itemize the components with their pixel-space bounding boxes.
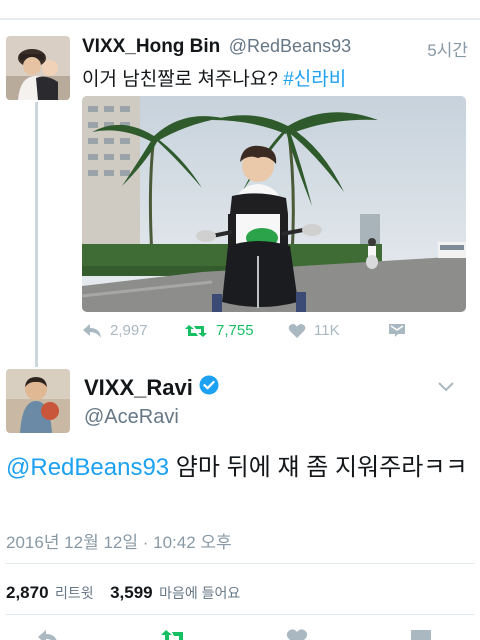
tweet2-body: 얌마 뒤에 쟤 좀 지워주라ㅋㅋ	[169, 454, 468, 481]
likes-label[interactable]: 마음에 들어요	[159, 585, 240, 601]
direct-message-action[interactable]	[388, 322, 406, 338]
retweets-count[interactable]: 2,870	[6, 583, 49, 602]
retweet-icon	[184, 323, 208, 339]
avatar-hongbin[interactable]	[6, 36, 70, 100]
reply-action[interactable]: 2,997	[82, 322, 148, 339]
stats-top-divider	[6, 563, 474, 564]
retweet-icon[interactable]	[160, 628, 188, 640]
tweet2-author-handle[interactable]: @AceRavi	[84, 406, 179, 429]
reply-icon[interactable]	[36, 628, 60, 640]
like-action[interactable]: 11K	[288, 322, 340, 339]
tweet1-timestamp[interactable]: 5시간	[427, 36, 468, 61]
tweet1-body: 이거 남친짤로 쳐주나요?	[82, 69, 278, 90]
tweet2-mention[interactable]: @RedBeans93	[6, 454, 169, 481]
tweet2-timestamp: 2016년 12월 12일 · 10:42 오후	[6, 533, 232, 552]
verified-badge-icon	[199, 375, 219, 401]
thread-connector	[35, 102, 38, 367]
tweet2-text: @RedBeans93 얌마 뒤에 쟤 좀 지워주라ㅋㅋ	[6, 452, 474, 483]
tweet1-actions: 2,997 7,755 11K	[82, 322, 412, 346]
tweet1-header: VIXX_Hong Bin @RedBeans93 5시간	[82, 36, 470, 60]
like-count: 11K	[314, 322, 340, 339]
tweet1-author-name[interactable]: VIXX_Hong Bin	[82, 36, 220, 57]
reply-count: 2,997	[110, 322, 148, 339]
tweet2-stats: 2,870 리트윗 3,599 마음에 들어요	[6, 583, 252, 603]
message-icon[interactable]	[410, 628, 432, 640]
retweets-label[interactable]: 리트윗	[55, 585, 94, 601]
heart-icon[interactable]	[286, 628, 308, 640]
stats-bottom-divider	[6, 614, 474, 615]
message-icon	[388, 322, 406, 338]
heart-icon	[288, 323, 306, 339]
tweet1-text: 이거 남친짤로 쳐주나요? #신라비	[82, 64, 346, 91]
retweet-count: 7,755	[216, 322, 254, 339]
tweet2-author[interactable]: VIXX_Ravi	[84, 375, 219, 401]
reply-icon	[82, 323, 102, 339]
tweet1-photo[interactable]	[82, 96, 466, 312]
chevron-down-icon[interactable]	[437, 380, 455, 399]
likes-count[interactable]: 3,599	[110, 583, 153, 602]
tweet1-hashtag[interactable]: #신라비	[283, 69, 346, 90]
top-divider	[0, 18, 480, 20]
tweet2-author-name: VIXX_Ravi	[84, 375, 193, 400]
retweet-action[interactable]: 7,755	[184, 322, 254, 339]
avatar-ravi[interactable]	[6, 369, 70, 433]
tweet2-actions	[0, 628, 480, 640]
tweet1-author-handle[interactable]: @RedBeans93	[229, 36, 351, 56]
